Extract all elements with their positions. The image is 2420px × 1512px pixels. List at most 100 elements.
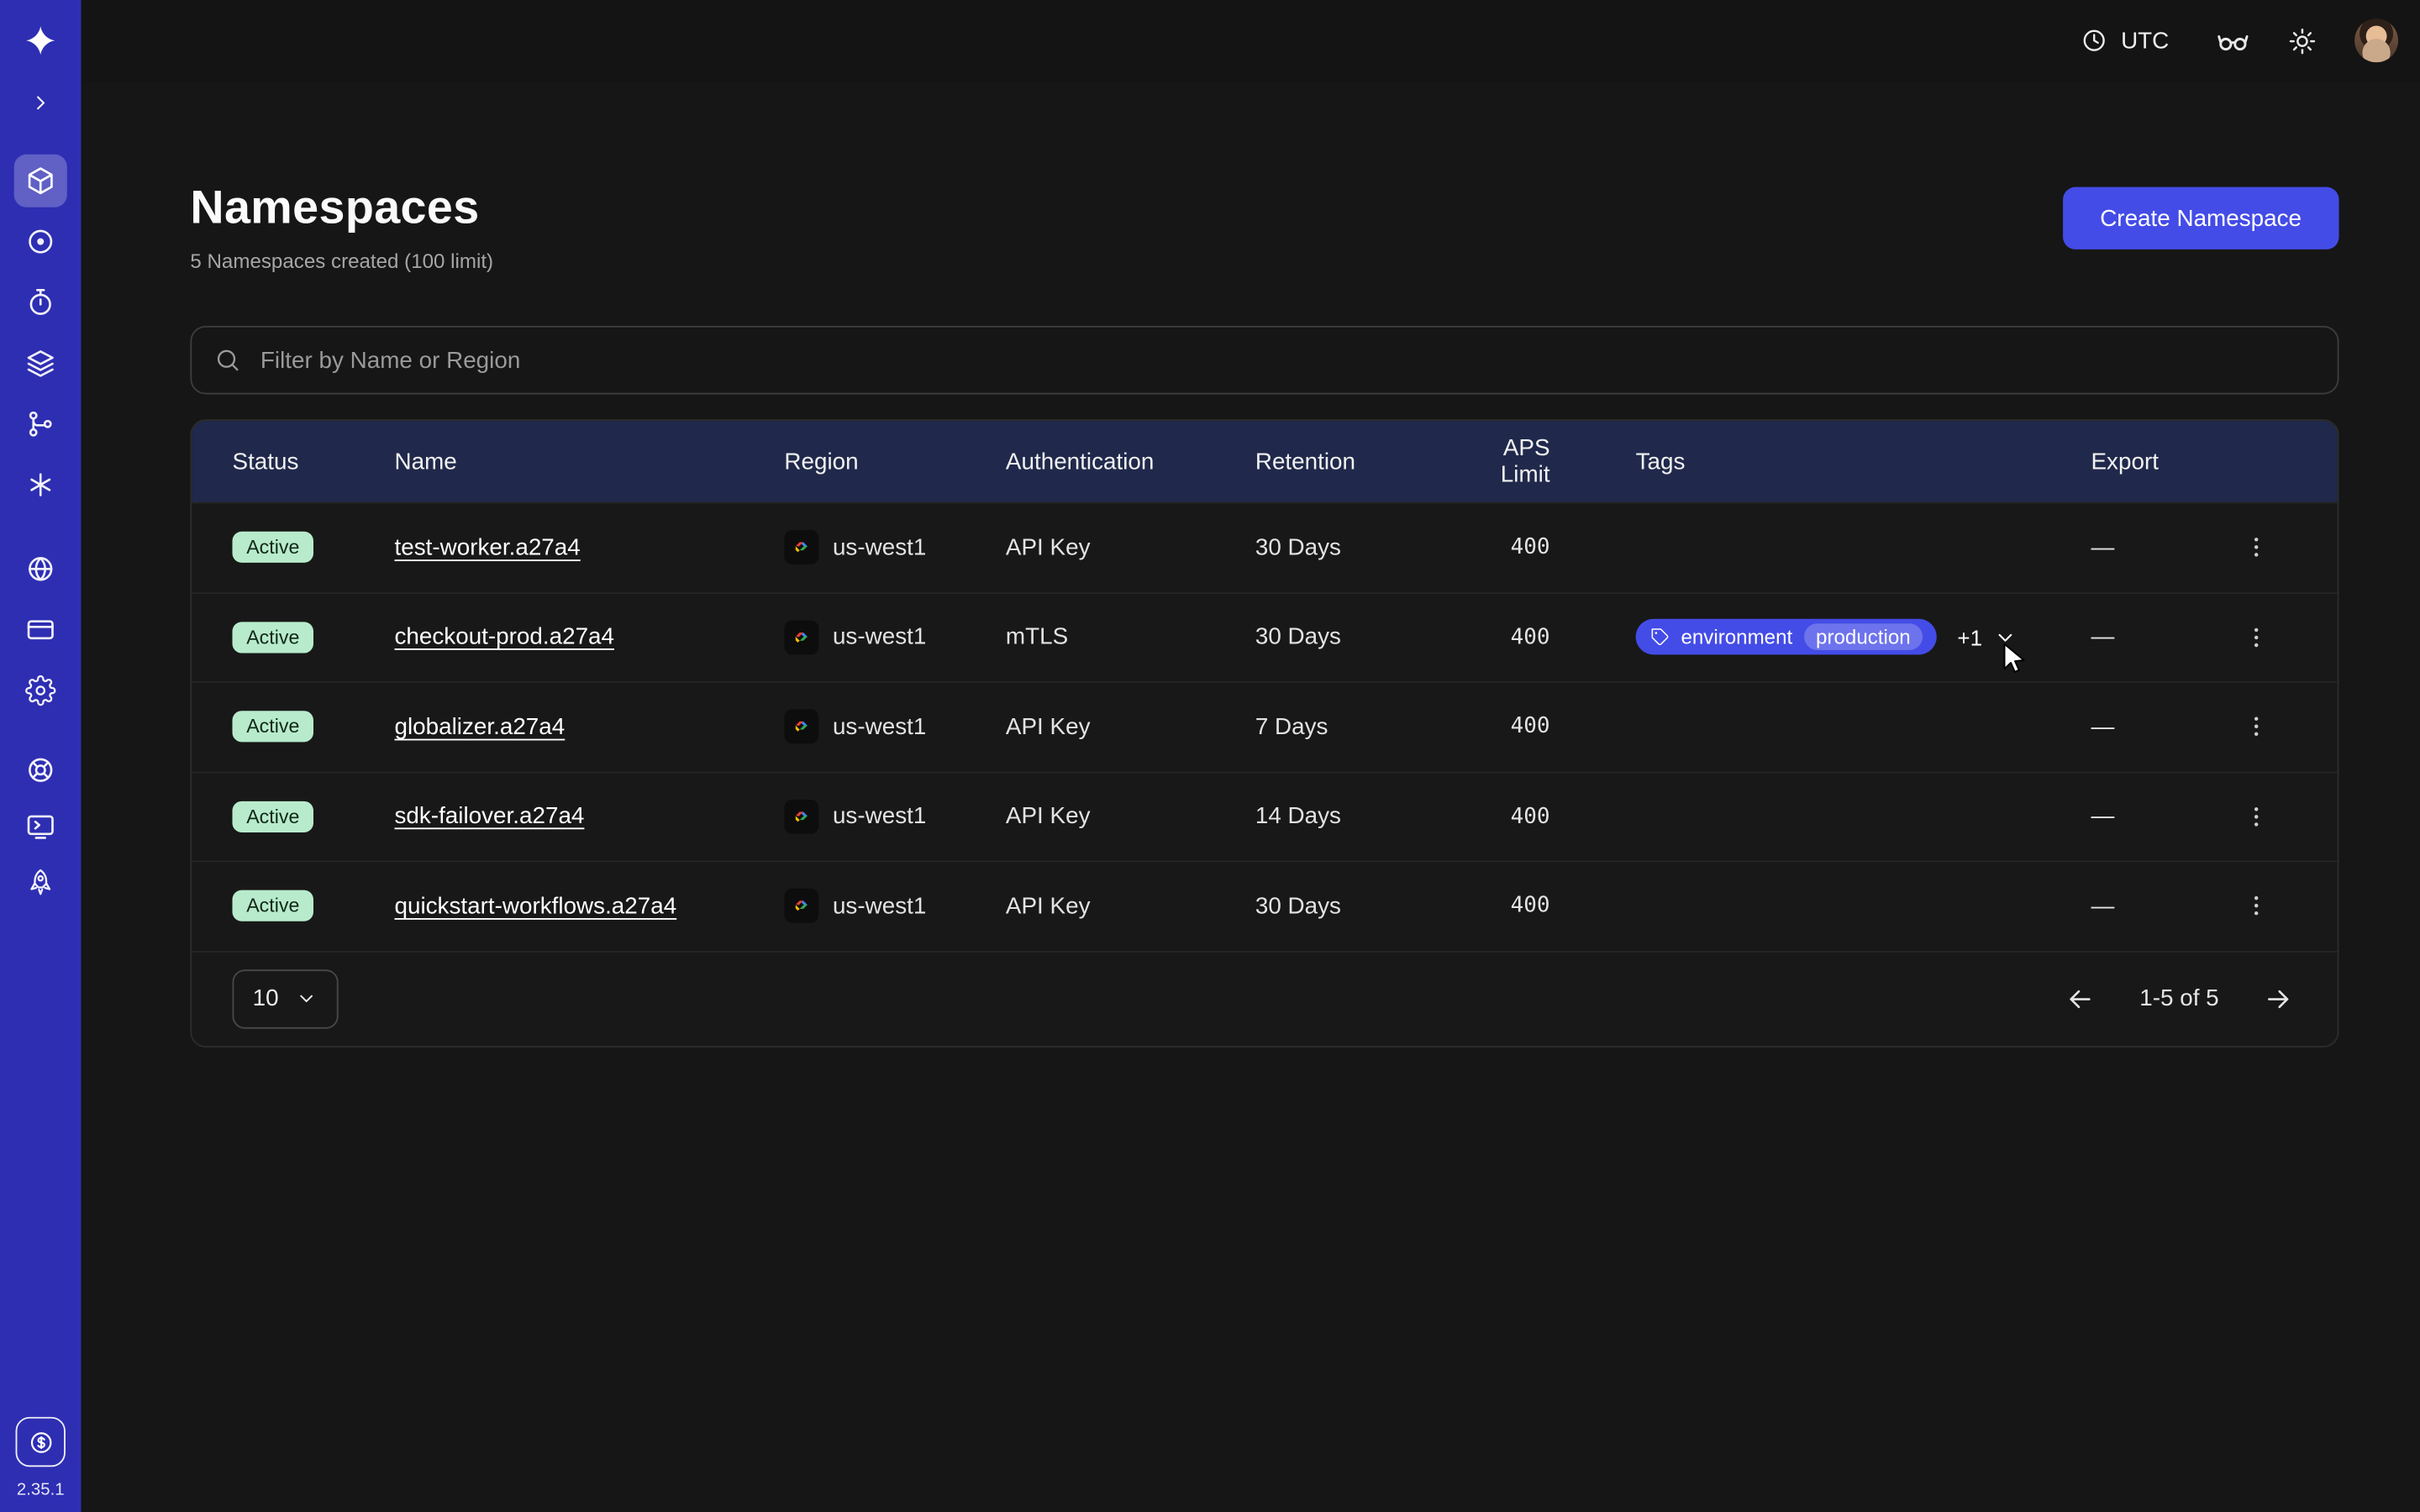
sidebar-nav-group-2 bbox=[14, 538, 67, 720]
row-menu-button[interactable] bbox=[2234, 705, 2278, 748]
page-size-select[interactable]: 10 bbox=[232, 969, 338, 1028]
auth-label: API Key bbox=[1006, 893, 1255, 920]
page-title: Namespaces bbox=[190, 181, 493, 237]
status-badge: Active bbox=[232, 890, 313, 921]
col-tags: Tags bbox=[1636, 449, 2091, 475]
namespace-link[interactable]: test-worker.a27a4 bbox=[394, 534, 580, 561]
sidebar-nav-group-1 bbox=[14, 150, 67, 514]
col-export: Export bbox=[2091, 449, 2215, 475]
table-footer: 10 1-5 of 5 bbox=[192, 950, 2337, 1045]
timezone-selector[interactable]: UTC bbox=[2071, 25, 2179, 56]
pagination: 1-5 of 5 bbox=[2061, 979, 2296, 1017]
filter-search-box bbox=[190, 326, 2338, 395]
page-subtitle: 5 Namespaces created (100 limit) bbox=[190, 249, 493, 273]
retention-label: 14 Days bbox=[1255, 803, 1452, 830]
theme-toggle-button[interactable] bbox=[2287, 26, 2317, 55]
row-menu-button[interactable] bbox=[2234, 616, 2278, 659]
sidebar-item-schedules[interactable] bbox=[14, 276, 67, 328]
create-namespace-button[interactable]: Create Namespace bbox=[2063, 187, 2339, 249]
filter-input[interactable] bbox=[257, 345, 2316, 375]
chevron-down-icon bbox=[1993, 625, 2018, 650]
app-root: 2.35.1 UTC Namespaces 5 Namespaces creat… bbox=[0, 0, 2420, 1512]
namespace-link[interactable]: quickstart-workflows.a27a4 bbox=[394, 893, 676, 920]
sidebar-nav-group-3 bbox=[16, 742, 66, 910]
usage-button[interactable] bbox=[16, 1417, 66, 1467]
row-menu-button[interactable] bbox=[2234, 795, 2278, 838]
row-menu-button[interactable] bbox=[2234, 526, 2278, 570]
sidebar-item-globe[interactable] bbox=[14, 542, 67, 595]
chevron-right-icon bbox=[28, 91, 53, 116]
export-value: — bbox=[2091, 803, 2215, 830]
col-retention: Retention bbox=[1255, 449, 1452, 475]
kebab-menu-icon bbox=[2242, 623, 2270, 651]
tags-expand-button[interactable] bbox=[1990, 622, 2021, 653]
region-label: us-west1 bbox=[833, 803, 926, 830]
glasses-button[interactable] bbox=[2216, 24, 2250, 58]
table-header-row: Status Name Region Authentication Retent… bbox=[192, 421, 2337, 501]
sidebar-item-workflows[interactable] bbox=[14, 396, 67, 449]
search-icon bbox=[213, 346, 241, 374]
status-badge: Active bbox=[232, 622, 313, 653]
namespace-link[interactable]: sdk-failover.a27a4 bbox=[394, 803, 584, 830]
sidebar-item-console[interactable] bbox=[16, 801, 66, 851]
kebab-menu-icon bbox=[2242, 533, 2270, 561]
workflow-branch-icon bbox=[25, 407, 56, 438]
aps-limit-value: 400 bbox=[1452, 894, 1636, 919]
status-badge: Active bbox=[232, 532, 313, 563]
aps-limit-value: 400 bbox=[1452, 804, 1636, 829]
col-status: Status bbox=[232, 449, 394, 475]
aps-limit-value: 400 bbox=[1452, 714, 1636, 739]
sidebar: 2.35.1 bbox=[0, 0, 81, 1512]
target-icon bbox=[25, 225, 56, 256]
sidebar-item-settings[interactable] bbox=[14, 664, 67, 717]
page-header: Namespaces 5 Namespaces created (100 lim… bbox=[190, 181, 2338, 272]
chevron-down-icon bbox=[294, 987, 318, 1011]
retention-label: 30 Days bbox=[1255, 534, 1452, 561]
kebab-menu-icon bbox=[2242, 892, 2270, 920]
sidebar-item-support[interactable] bbox=[16, 745, 66, 795]
col-region: Region bbox=[784, 449, 1006, 475]
row-menu-button[interactable] bbox=[2234, 885, 2278, 928]
sidebar-item-nexus[interactable] bbox=[14, 458, 67, 511]
tag-more-label: +1 bbox=[1957, 625, 1982, 650]
sidebar-expand-button[interactable] bbox=[28, 81, 53, 124]
cube-icon bbox=[25, 165, 56, 196]
tag-pill[interactable]: environment production bbox=[1636, 619, 1938, 655]
clock-icon bbox=[2081, 27, 2108, 55]
prev-page-button[interactable] bbox=[2061, 979, 2099, 1017]
sidebar-item-getting-started[interactable] bbox=[16, 858, 66, 907]
aps-limit-value: 400 bbox=[1452, 625, 1636, 650]
gcp-cloud-icon bbox=[784, 620, 818, 654]
region-label: us-west1 bbox=[833, 534, 926, 561]
namespace-link[interactable]: checkout-prod.a27a4 bbox=[394, 624, 614, 651]
console-icon bbox=[25, 811, 56, 842]
sidebar-item-billing[interactable] bbox=[14, 602, 67, 655]
tag-key: environment bbox=[1681, 626, 1792, 649]
timezone-label: UTC bbox=[2121, 27, 2169, 54]
gcp-cloud-icon bbox=[784, 710, 818, 744]
namespace-link[interactable]: globalizer.a27a4 bbox=[394, 713, 565, 740]
export-value: — bbox=[2091, 893, 2215, 920]
user-avatar[interactable] bbox=[2354, 18, 2398, 62]
retention-label: 7 Days bbox=[1255, 713, 1452, 740]
sun-icon bbox=[2287, 26, 2317, 55]
tag-value: production bbox=[1803, 624, 1923, 651]
temporal-logo-icon bbox=[0, 0, 81, 81]
sidebar-item-namespaces[interactable] bbox=[14, 154, 67, 207]
kebab-menu-icon bbox=[2242, 802, 2270, 830]
topbar: UTC bbox=[81, 0, 2420, 81]
billing-card-icon bbox=[25, 613, 56, 644]
auth-label: API Key bbox=[1006, 534, 1255, 561]
col-authentication: Authentication bbox=[1006, 449, 1255, 475]
table-row: Active sdk-failover.a27a4 us-west1 API K… bbox=[192, 771, 2337, 861]
sidebar-item-layers[interactable] bbox=[14, 336, 67, 389]
page-title-block: Namespaces 5 Namespaces created (100 lim… bbox=[190, 181, 493, 272]
next-page-button[interactable] bbox=[2260, 979, 2297, 1017]
col-name: Name bbox=[394, 449, 784, 475]
sidebar-item-target[interactable] bbox=[14, 214, 67, 267]
auth-label: API Key bbox=[1006, 713, 1255, 740]
asterisk-icon bbox=[25, 469, 56, 500]
globe-icon bbox=[25, 553, 56, 584]
glasses-icon bbox=[2216, 24, 2250, 58]
lifebuoy-icon bbox=[25, 754, 56, 785]
